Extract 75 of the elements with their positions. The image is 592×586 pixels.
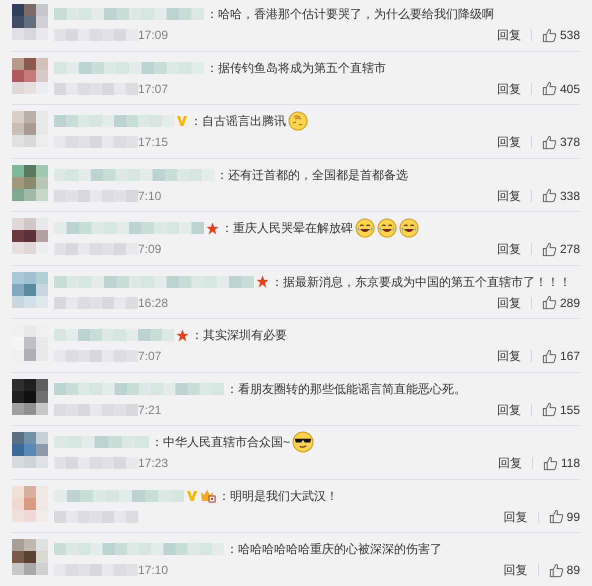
reply-link[interactable]: 回复 — [496, 135, 521, 149]
like-button[interactable]: 289 — [542, 295, 580, 310]
comment-text: ：明明是我们大武汉！ — [218, 488, 338, 504]
blurred-avatar — [12, 58, 48, 94]
comment-text: ：还有迁首都的，全国都是首都备选 — [216, 166, 408, 182]
comment-time: 7:21 — [138, 402, 162, 416]
verified-v-icon — [186, 490, 198, 502]
reply-link[interactable]: 回复 — [496, 82, 521, 96]
comment-text: ：看朋友圈转的那些低能谣言简直能恶心死。 — [226, 380, 466, 396]
comment-time: 17:07 — [138, 82, 168, 96]
like-button[interactable]: 278 — [542, 242, 580, 256]
thumbs-up-icon — [542, 402, 557, 417]
thumbs-up-icon — [542, 242, 557, 256]
thumbs-up-icon — [548, 509, 564, 524]
comment-time: 17:23 — [138, 456, 168, 470]
blurred-avatar — [12, 432, 48, 468]
blurred-avatar — [12, 539, 48, 575]
laughing-tears-icon — [399, 218, 419, 238]
blurred-avatar — [12, 4, 48, 40]
comment-time: 17:10 — [138, 563, 168, 577]
laughing-tears-icon — [355, 218, 375, 238]
blurred-avatar — [12, 486, 48, 522]
like-button[interactable]: 378 — [542, 134, 580, 150]
laughing-tears-icon — [377, 218, 397, 238]
thumbs-up-icon — [542, 134, 557, 150]
comment-time: 16:28 — [138, 296, 168, 310]
reply-link[interactable]: 回复 — [496, 296, 521, 310]
thumbs-up-icon — [542, 81, 557, 96]
blurred-avatar — [12, 111, 48, 147]
comment-time: 7:07 — [138, 349, 162, 363]
thumbs-up-icon — [542, 188, 557, 203]
star-icon — [256, 275, 269, 288]
sunglasses-face-icon — [292, 431, 314, 453]
thumbs-up-icon — [542, 295, 557, 310]
like-button[interactable]: 167 — [542, 348, 580, 364]
reply-link[interactable]: 回复 — [496, 349, 521, 363]
reply-link[interactable]: 回复 — [496, 402, 521, 416]
like-button[interactable]: 538 — [542, 28, 580, 42]
like-button[interactable]: 338 — [542, 188, 580, 203]
like-button[interactable]: 99 — [548, 509, 580, 524]
reply-link[interactable]: 回复 — [498, 456, 522, 470]
comment-text: ：中华人民直辖市合众国~ — [151, 434, 290, 450]
comment-text: ：据传钓鱼岛将成为第五个直辖市 — [206, 60, 386, 76]
shy-face-icon — [288, 111, 308, 131]
reply-link[interactable]: 回复 — [504, 510, 528, 524]
thumbs-up-icon — [542, 28, 557, 42]
comment-text: ：哈哈，香港那个估计要哭了，为什么要给我们降级啊 — [206, 6, 494, 22]
comment-text: ：其实深圳有必要 — [191, 327, 287, 343]
blurred-avatar — [12, 378, 48, 414]
verified-v-icon — [176, 115, 188, 127]
star-icon — [206, 222, 219, 234]
like-button[interactable]: 155 — [542, 402, 580, 417]
reply-link[interactable]: 回复 — [504, 563, 528, 577]
comment-time: 7:10 — [138, 188, 162, 202]
comment-text: ：自古谣言出腾讯 — [190, 113, 286, 129]
like-button[interactable]: 405 — [542, 81, 580, 96]
reply-link[interactable]: 回复 — [496, 188, 521, 202]
star-icon — [176, 328, 189, 342]
thumbs-up-icon — [548, 562, 564, 578]
reply-link[interactable]: 回复 — [496, 28, 521, 42]
comment-time: 7:09 — [138, 242, 162, 256]
comment-time: 17:15 — [138, 135, 168, 149]
comment-time: 17:09 — [138, 28, 168, 42]
blurred-avatar — [12, 164, 48, 200]
like-button[interactable]: 118 — [542, 456, 580, 470]
comment-text: ：哈哈哈哈哈哈重庆的心被深深的伤害了 — [226, 541, 442, 557]
thumbs-up-icon — [542, 348, 557, 364]
blurred-avatar — [12, 272, 48, 308]
like-button[interactable]: 89 — [548, 562, 580, 578]
crown-badge-icon — [200, 488, 216, 502]
reply-link[interactable]: 回复 — [496, 242, 521, 256]
comment-text: ：重庆人民哭晕在解放碑 — [221, 220, 353, 236]
thumbs-up-icon — [542, 456, 558, 470]
comment-text: ：据最新消息，东京要成为中国的第五个直辖市了！！！ — [271, 274, 571, 290]
blurred-avatar — [12, 218, 48, 254]
